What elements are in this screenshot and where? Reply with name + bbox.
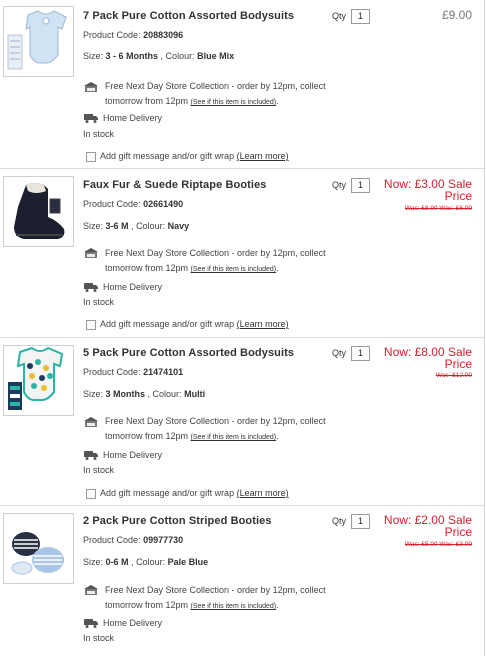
basket-panel: 7 Pack Pure Cotton Assorted Bodysuits Pr…	[0, 0, 485, 656]
divider	[0, 505, 484, 506]
product-code: Product Code: 20883096	[83, 30, 184, 40]
gift-wrap-label: Add gift message and/or gift wrap (Learn…	[100, 319, 289, 329]
gift-wrap-label: Add gift message and/or gift wrap (Learn…	[100, 488, 289, 498]
product-code: Product Code: 09977730	[83, 535, 184, 545]
product-title[interactable]: Faux Fur & Suede Riptape Booties	[83, 179, 267, 191]
qty-label: Qty	[332, 516, 347, 526]
home-delivery-label: Home Delivery	[103, 282, 163, 292]
truck-icon	[84, 114, 98, 123]
gift-wrap-checkbox[interactable]	[86, 320, 96, 330]
navy-booties-icon	[14, 183, 65, 239]
store-icon	[84, 417, 98, 427]
product-image[interactable]	[3, 345, 74, 416]
store-collection-info: Free Next Day Store Collection - order b…	[105, 585, 326, 610]
product-title[interactable]: 7 Pack Pure Cotton Assorted Bodysuits	[83, 10, 294, 22]
home-delivery-label: Home Delivery	[103, 618, 163, 628]
home-delivery-label: Home Delivery	[103, 450, 163, 460]
product-title[interactable]: 2 Pack Pure Cotton Striped Booties	[83, 515, 272, 527]
product-code: Product Code: 02661490	[83, 199, 184, 209]
gift-wrap-label: Add gift message and/or gift wrap (Learn…	[100, 151, 289, 161]
product-image[interactable]	[3, 6, 74, 77]
learn-more-link[interactable]: (Learn more)	[237, 488, 289, 498]
product-image[interactable]	[3, 513, 74, 584]
truck-icon	[84, 619, 98, 628]
store-icon	[84, 248, 98, 258]
truck-icon	[84, 283, 98, 292]
see-if-included-link[interactable]: (See if this item is included)	[191, 603, 277, 610]
product-image[interactable]	[3, 176, 74, 247]
was-price: Was: £12.00	[435, 372, 472, 379]
learn-more-link[interactable]: (Learn more)	[237, 151, 289, 161]
qty-label: Qty	[332, 180, 347, 190]
price: £9.00	[441, 8, 472, 22]
stock-status: In stock	[83, 297, 115, 307]
stock-status: In stock	[83, 129, 115, 139]
qty-label: Qty	[332, 348, 347, 358]
home-delivery-label: Home Delivery	[103, 113, 163, 123]
divider	[0, 337, 484, 338]
product-code: Product Code: 21474101	[83, 367, 184, 377]
sale-price: Now: £2.00 Sale Price	[383, 513, 472, 539]
see-if-included-link[interactable]: (See if this item is included)	[191, 434, 277, 441]
learn-more-link[interactable]: (Learn more)	[237, 319, 289, 329]
was-price: Was: £8.00 Was: £6.00	[404, 205, 472, 212]
product-size-colour: Size: 3-6 M , Colour: Navy	[83, 221, 190, 231]
qty-label: Qty	[332, 11, 347, 21]
see-if-included-link[interactable]: (See if this item is included)	[191, 99, 277, 106]
product-size-colour: Size: 3 Months , Colour: Multi	[83, 389, 206, 399]
product-size-colour: Size: 3 - 6 Months , Colour: Blue Mix	[83, 51, 235, 61]
bodysuit-blue-icon	[7, 10, 67, 70]
was-price: Was: £5.00 Was: £3.00	[404, 541, 472, 548]
product-title[interactable]: 5 Pack Pure Cotton Assorted Bodysuits	[83, 347, 294, 359]
gift-wrap-checkbox[interactable]	[86, 489, 96, 499]
truck-icon	[84, 451, 98, 460]
multi-bodysuit-icon	[8, 346, 64, 410]
store-collection-info: Free Next Day Store Collection - order b…	[105, 248, 326, 273]
gift-wrap-checkbox[interactable]	[86, 152, 96, 162]
stock-status: In stock	[83, 465, 115, 475]
striped-booties-icon	[11, 532, 64, 575]
product-size-colour: Size: 0-6 M , Colour: Pale Blue	[83, 557, 209, 567]
store-collection-info: Free Next Day Store Collection - order b…	[105, 416, 326, 441]
divider	[0, 168, 484, 169]
store-icon	[84, 585, 98, 595]
sale-price: Now: £3.00 Sale Price	[383, 177, 472, 203]
stock-status: In stock	[83, 633, 115, 643]
see-if-included-link[interactable]: (See if this item is included)	[191, 266, 277, 273]
qty-input[interactable]: 1	[351, 9, 370, 24]
store-collection-info: Free Next Day Store Collection - order b…	[105, 81, 326, 106]
store-icon	[84, 82, 98, 92]
sale-price: Now: £8.00 Sale Price	[383, 345, 472, 371]
